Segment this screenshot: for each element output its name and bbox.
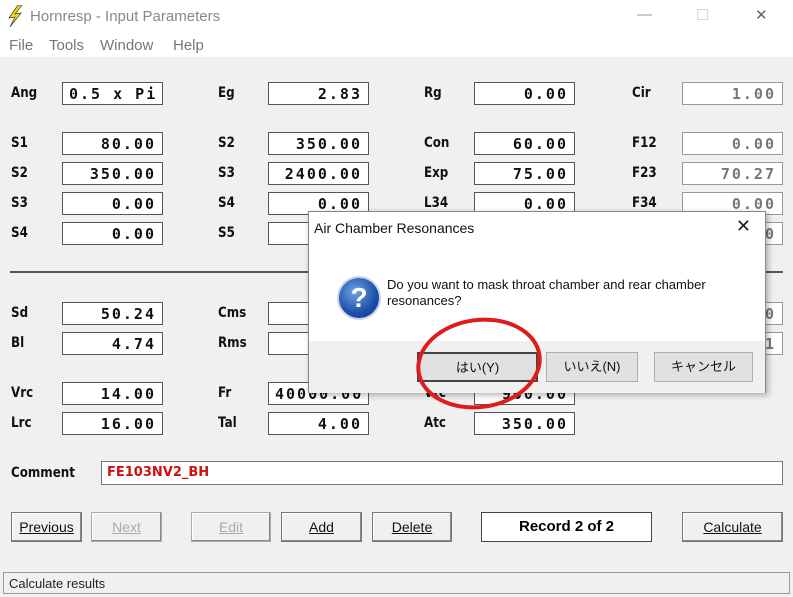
dialog-close-icon[interactable]: ✕ bbox=[736, 216, 751, 237]
field-label: Cir bbox=[632, 85, 651, 101]
field-label: Lrc bbox=[11, 415, 32, 431]
comment-input[interactable]: FE103NV2_BH bbox=[101, 461, 783, 485]
field-label: Exp bbox=[424, 165, 449, 181]
field-label: Cms bbox=[218, 305, 247, 321]
field-input[interactable]: 16.00 bbox=[62, 412, 163, 435]
dialog-message: Do you want to mask throat chamber and r… bbox=[387, 277, 706, 308]
field-label: S3 bbox=[218, 165, 235, 181]
field-input[interactable]: 2400.00 bbox=[268, 162, 369, 185]
field-input[interactable]: 70.27 bbox=[682, 162, 783, 185]
delete-button[interactable]: Delete bbox=[372, 512, 452, 542]
field-label: S4 bbox=[11, 225, 28, 241]
menu-tools[interactable]: Tools bbox=[49, 37, 84, 54]
no-button[interactable]: いいえ(N) bbox=[546, 352, 638, 382]
menu-help[interactable]: Help bbox=[173, 37, 204, 54]
field-label: L34 bbox=[424, 195, 449, 211]
field-input[interactable]: 14.00 bbox=[62, 382, 163, 405]
close-button[interactable]: ✕ bbox=[755, 6, 768, 24]
field-label: F34 bbox=[632, 195, 657, 211]
field-input[interactable]: 0.00 bbox=[62, 222, 163, 245]
field-label: S2 bbox=[11, 165, 28, 181]
edit-button[interactable]: Edit bbox=[191, 512, 271, 542]
status-bar: Calculate results bbox=[3, 572, 790, 594]
field-label: Tal bbox=[218, 415, 237, 431]
window-title: Hornresp - Input Parameters bbox=[30, 8, 221, 25]
field-input[interactable]: 0.00 bbox=[682, 132, 783, 155]
minimize-button[interactable]: — bbox=[637, 6, 652, 23]
add-button[interactable]: Add bbox=[281, 512, 362, 542]
dialog-title: Air Chamber Resonances bbox=[314, 220, 475, 236]
cancel-button[interactable]: キャンセル bbox=[654, 352, 753, 382]
record-indicator: Record 2 of 2 bbox=[481, 512, 652, 542]
previous-button[interactable]: Previous bbox=[11, 512, 82, 542]
field-label: S4 bbox=[218, 195, 235, 211]
menu-file[interactable]: File bbox=[9, 37, 33, 54]
field-input[interactable]: 0.00 bbox=[62, 192, 163, 215]
maximize-button[interactable]: ☐ bbox=[696, 6, 709, 24]
field-input[interactable]: 80.00 bbox=[62, 132, 163, 155]
field-label: S2 bbox=[218, 135, 235, 151]
field-label: F12 bbox=[632, 135, 657, 151]
field-label: Con bbox=[424, 135, 450, 151]
field-input[interactable]: 2.83 bbox=[268, 82, 369, 105]
field-input[interactable]: 4.00 bbox=[268, 412, 369, 435]
field-label: S1 bbox=[11, 135, 28, 151]
comment-label: Comment bbox=[11, 465, 75, 481]
menu-bar: File Tools Window Help bbox=[0, 32, 793, 57]
field-input[interactable]: 0.00 bbox=[474, 82, 575, 105]
field-input[interactable]: 350.00 bbox=[62, 162, 163, 185]
field-input[interactable]: 50.24 bbox=[62, 302, 163, 325]
field-label: F23 bbox=[632, 165, 657, 181]
field-label: Atc bbox=[424, 415, 446, 431]
field-label: Eg bbox=[218, 85, 235, 101]
menu-window[interactable]: Window bbox=[100, 37, 153, 54]
field-label: Bl bbox=[11, 335, 25, 351]
calculate-button[interactable]: Calculate bbox=[682, 512, 783, 542]
field-input[interactable]: 0.5 x Pi bbox=[62, 82, 163, 105]
field-label: Rg bbox=[424, 85, 442, 101]
field-input[interactable]: 60.00 bbox=[474, 132, 575, 155]
field-input[interactable]: 350.00 bbox=[268, 132, 369, 155]
next-button[interactable]: Next bbox=[91, 512, 162, 542]
field-input[interactable]: 1.00 bbox=[682, 82, 783, 105]
field-label: Fr bbox=[218, 385, 232, 401]
field-label: S3 bbox=[11, 195, 28, 211]
field-input[interactable]: 75.00 bbox=[474, 162, 575, 185]
title-bar: Hornresp - Input Parameters — ☐ ✕ bbox=[0, 0, 793, 32]
field-label: Rms bbox=[218, 335, 247, 351]
field-label: Sd bbox=[11, 305, 29, 321]
field-input[interactable]: 4.74 bbox=[62, 332, 163, 355]
app-lightning-icon bbox=[8, 5, 23, 27]
field-input[interactable]: 350.00 bbox=[474, 412, 575, 435]
field-label: S5 bbox=[218, 225, 235, 241]
question-icon: ? bbox=[337, 276, 381, 320]
field-label: Vrc bbox=[11, 385, 34, 401]
field-label: Ang bbox=[11, 85, 38, 101]
